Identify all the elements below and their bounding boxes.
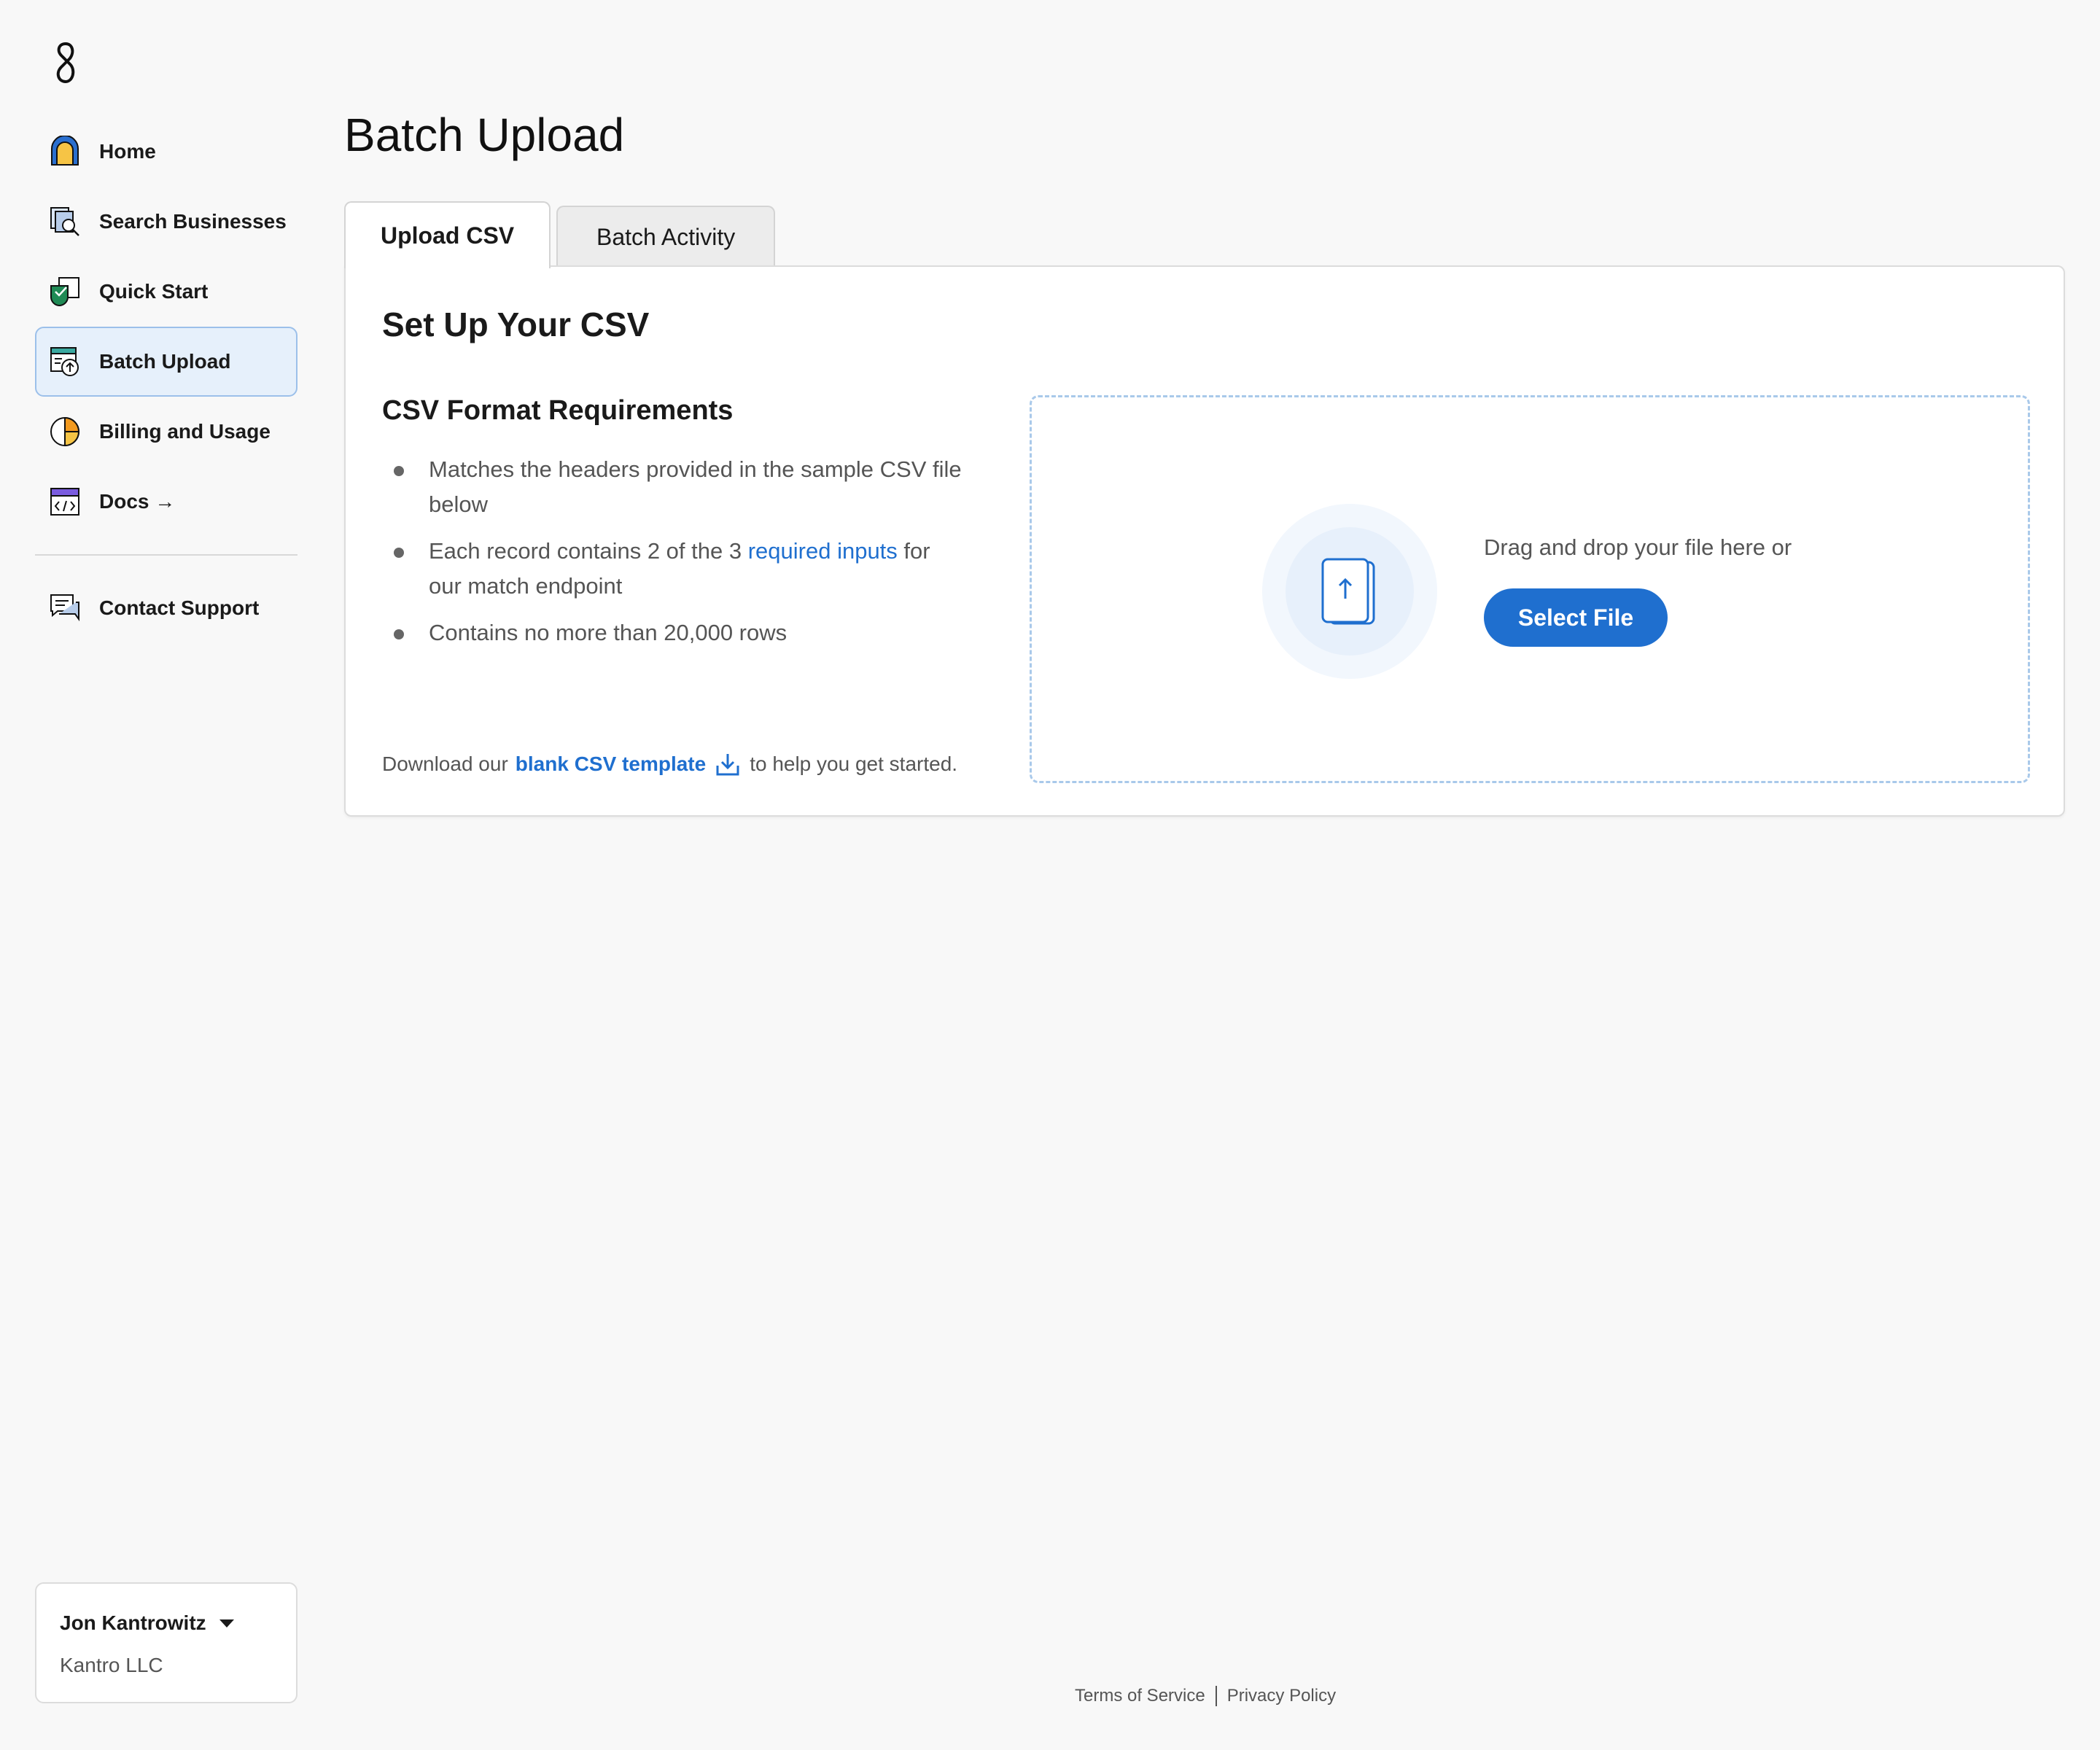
privacy-policy-link[interactable]: Privacy Policy bbox=[1227, 1686, 1336, 1706]
sidebar-item-label: Docs → bbox=[99, 490, 176, 513]
requirements-title: CSV Format Requirements bbox=[382, 395, 734, 426]
sidebar-divider bbox=[35, 554, 298, 556]
page-title: Batch Upload bbox=[344, 109, 625, 161]
download-template-line: Download our blank CSV template to help … bbox=[382, 751, 957, 777]
download-suffix: to help you get started. bbox=[750, 752, 958, 775]
app-page: Home Search Businesses Quick Start Batch… bbox=[0, 0, 2100, 1750]
select-file-button[interactable]: Select File bbox=[1484, 588, 1668, 647]
dropzone-text: Drag and drop your file here or bbox=[1484, 534, 1792, 560]
billing-icon bbox=[48, 415, 82, 448]
user-menu[interactable]: Jon Kantrowitz Kantro LLC bbox=[35, 1582, 298, 1703]
sidebar-item-label: Quick Start bbox=[99, 280, 209, 303]
list-item: Each record contains 2 of the 3 required… bbox=[382, 534, 965, 604]
home-icon bbox=[48, 135, 82, 168]
sidebar-item-label: Search Businesses bbox=[99, 210, 287, 233]
requirements-list: Matches the headers provided in the samp… bbox=[382, 452, 965, 662]
sidebar-item-label: Batch Upload bbox=[99, 350, 231, 373]
sidebar-item-docs[interactable]: Docs → bbox=[35, 467, 298, 537]
upload-file-icon bbox=[1321, 558, 1375, 625]
tab-upload-csv[interactable]: Upload CSV bbox=[344, 201, 551, 268]
footer-separator bbox=[1215, 1686, 1217, 1706]
requirement-text: Contains no more than 20,000 rows bbox=[429, 620, 788, 645]
download-icon[interactable] bbox=[715, 751, 741, 777]
sidebar-item-home[interactable]: Home bbox=[35, 117, 298, 187]
sidebar-item-billing-and-usage[interactable]: Billing and Usage bbox=[35, 397, 298, 467]
user-name: Jon Kantrowitz bbox=[60, 1611, 206, 1634]
sidebar-item-label: Home bbox=[99, 140, 156, 163]
batch-upload-icon bbox=[48, 345, 82, 378]
download-prefix: Download our bbox=[382, 752, 508, 775]
quick-start-icon bbox=[48, 275, 82, 308]
sidebar-item-label: Contact Support bbox=[99, 596, 260, 619]
upload-card: Set Up Your CSV CSV Format Requirements … bbox=[344, 265, 2065, 817]
docs-icon bbox=[48, 485, 82, 518]
brand-logo-icon[interactable] bbox=[51, 41, 80, 86]
file-dropzone[interactable]: Drag and drop your file here or Select F… bbox=[1030, 395, 2030, 783]
tab-bar: Upload CSV Batch Activity bbox=[344, 200, 776, 268]
terms-of-service-link[interactable]: Terms of Service bbox=[1075, 1686, 1205, 1706]
requirement-text: Matches the headers provided in the samp… bbox=[429, 456, 962, 517]
blank-csv-template-link[interactable]: blank CSV template bbox=[516, 752, 706, 776]
sidebar-item-quick-start[interactable]: Quick Start bbox=[35, 257, 298, 327]
upload-illustration bbox=[1262, 504, 1437, 679]
footer: Terms of Service Privacy Policy bbox=[1075, 1686, 1336, 1706]
upload-illustration-inner bbox=[1286, 527, 1414, 656]
sidebar-item-batch-upload[interactable]: Batch Upload bbox=[35, 327, 298, 397]
user-name-row[interactable]: Jon Kantrowitz bbox=[60, 1611, 296, 1635]
sidebar-nav: Home Search Businesses Quick Start Batch… bbox=[35, 117, 298, 643]
search-businesses-icon bbox=[48, 205, 82, 238]
requirement-text: Each record contains 2 of the 3 bbox=[429, 538, 748, 564]
sidebar-item-search-businesses[interactable]: Search Businesses bbox=[35, 187, 298, 257]
sidebar-item-contact-support[interactable]: Contact Support bbox=[35, 573, 298, 643]
list-item: Matches the headers provided in the samp… bbox=[382, 452, 965, 522]
chat-icon bbox=[48, 591, 82, 625]
card-title: Set Up Your CSV bbox=[382, 306, 650, 343]
required-inputs-link[interactable]: required inputs bbox=[748, 538, 898, 564]
tab-batch-activity[interactable]: Batch Activity bbox=[556, 206, 776, 267]
list-item: Contains no more than 20,000 rows bbox=[382, 615, 965, 650]
sidebar-item-label: Billing and Usage bbox=[99, 420, 271, 443]
caret-down-icon[interactable] bbox=[219, 1619, 234, 1628]
user-organization: Kantro LLC bbox=[60, 1654, 163, 1676]
